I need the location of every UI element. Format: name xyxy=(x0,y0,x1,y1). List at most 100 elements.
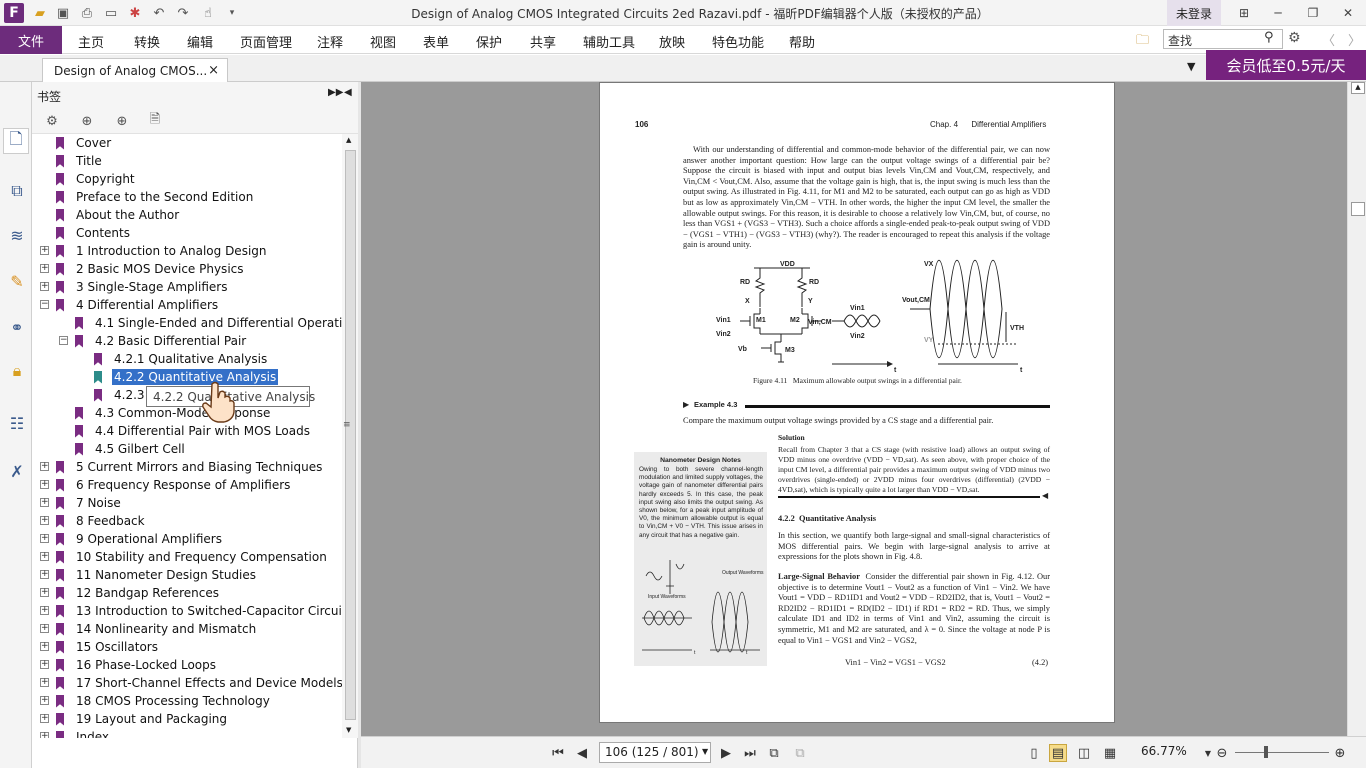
insert-page-icon[interactable]: ⧉ xyxy=(791,744,809,762)
undo-icon[interactable]: ↶ xyxy=(150,4,168,22)
bookmark-item[interactable]: 4.2.1 Qualitative Analysis xyxy=(94,350,269,368)
menu-help[interactable]: 帮助 xyxy=(789,32,815,51)
page-dropdown-icon[interactable]: ▼ xyxy=(702,747,708,756)
bookmark-item[interactable]: +18 CMOS Processing Technology xyxy=(40,692,272,710)
tab-list-dropdown-icon[interactable]: ▼ xyxy=(1187,60,1195,73)
last-page-button[interactable]: ⏭ xyxy=(741,744,759,762)
menu-accessibility-tools[interactable]: 辅助工具 xyxy=(583,32,635,51)
bookmark-item[interactable]: +12 Bandgap References xyxy=(40,584,221,602)
expand-bookmark-toggle[interactable]: + xyxy=(40,624,49,633)
expand-bookmark-toggle[interactable]: + xyxy=(40,498,49,507)
bookmark-item[interactable]: 4.4 Differential Pair with MOS Loads xyxy=(75,422,312,440)
document-view[interactable]: 106 Chap. 4 Differential Amplifiers With… xyxy=(361,82,1347,736)
bookmark-item[interactable]: Contents xyxy=(56,224,132,242)
bookmark-item[interactable]: +1 Introduction to Analog Design xyxy=(40,242,269,260)
bookmark-item[interactable]: +5 Current Mirrors and Biasing Technique… xyxy=(40,458,324,476)
zoom-in-button[interactable]: ⊕ xyxy=(1331,744,1349,762)
bookmark-item[interactable]: +17 Short-Channel Effects and Device Mod… xyxy=(40,674,342,692)
bookmark-scroll-thumb[interactable] xyxy=(345,150,356,720)
bookmark-item[interactable]: Cover xyxy=(56,134,113,152)
expand-bookmark-toggle[interactable]: + xyxy=(40,480,49,489)
bookmark-item[interactable]: +8 Feedback xyxy=(40,512,147,530)
vip-banner[interactable]: 会员低至0.5元/天 xyxy=(1206,50,1366,80)
menu-share[interactable]: 共享 xyxy=(530,32,556,51)
expand-bookmark-toggle[interactable]: + xyxy=(40,246,49,255)
doc-scroll-thumb[interactable] xyxy=(1351,202,1365,216)
expand-bookmark-toggle[interactable]: + xyxy=(40,570,49,579)
bookmark-options-icon[interactable]: 🗎 xyxy=(145,111,165,131)
customize-quickaccess-icon[interactable]: ▾ xyxy=(223,4,241,22)
zoom-slider-track[interactable] xyxy=(1235,752,1329,753)
bookmark-item[interactable]: +9 Operational Amplifiers xyxy=(40,530,224,548)
file-menu[interactable]: 文件 xyxy=(0,26,62,54)
scroll-up-arrow[interactable]: ▲ xyxy=(346,136,351,144)
menu-slideshow[interactable]: 放映 xyxy=(659,32,685,51)
thumbnails-icon[interactable]: ⧉ xyxy=(4,178,30,204)
bookmark-item[interactable]: +14 Nonlinearity and Mismatch xyxy=(40,620,258,638)
find-options-icon[interactable]: 🗀 xyxy=(1136,31,1149,53)
continuous-facing-view-icon[interactable]: ▦ xyxy=(1101,744,1119,762)
doc-scroll-up-arrow[interactable]: ▲ xyxy=(1351,82,1365,94)
close-tab-icon[interactable]: × xyxy=(208,63,219,78)
expand-panel-icon[interactable]: ▶▶ xyxy=(328,87,343,98)
bookmark-item[interactable]: 4.2.2 Quantitative Analysis xyxy=(94,368,280,386)
bookmark-item[interactable]: +3 Single-Stage Amplifiers xyxy=(40,278,229,296)
expand-bookmark-toggle[interactable]: + xyxy=(40,714,49,723)
extract-page-icon[interactable]: ⧉ xyxy=(765,744,783,762)
expand-bookmark-toggle[interactable]: + xyxy=(40,696,49,705)
forward-arrow-icon[interactable]: 〉 xyxy=(1348,30,1361,49)
bookmark-item[interactable]: +13 Introduction to Switched-Capacitor C… xyxy=(40,602,342,620)
expand-bookmark-toggle[interactable]: + xyxy=(40,660,49,669)
security-lock-icon[interactable]: 🔒︎ xyxy=(4,358,30,384)
next-page-button[interactable]: ▶ xyxy=(717,744,735,762)
attachments-icon[interactable]: ⚭ xyxy=(4,314,30,340)
bookmark-item[interactable]: +15 Oscillators xyxy=(40,638,160,656)
bookmark-item[interactable]: 4.5 Gilbert Cell xyxy=(75,440,187,458)
document-scrollbar[interactable]: ▲ xyxy=(1347,82,1366,736)
menu-form[interactable]: 表单 xyxy=(423,32,449,51)
menu-edit[interactable]: 编辑 xyxy=(187,32,213,51)
menu-convert[interactable]: 转换 xyxy=(134,32,160,51)
comments-icon[interactable]: ✎ xyxy=(4,268,30,294)
pdf-page[interactable]: 106 Chap. 4 Differential Amplifiers With… xyxy=(599,82,1115,723)
menu-comment[interactable]: 注释 xyxy=(317,32,343,51)
tools-icon[interactable]: ✗ xyxy=(4,458,30,484)
restore-button[interactable]: ❐ xyxy=(1303,3,1323,23)
expand-bookmark-toggle[interactable]: + xyxy=(40,678,49,687)
collapse-bookmark-toggle[interactable]: − xyxy=(40,300,49,309)
previous-page-button[interactable]: ◀ xyxy=(573,744,591,762)
new-icon[interactable]: ✱ xyxy=(126,4,144,22)
scroll-down-arrow[interactable]: ▼ xyxy=(346,726,351,734)
bookmark-item[interactable]: 4.2.3 xyxy=(94,386,147,404)
back-arrow-icon[interactable]: 〈 xyxy=(1322,30,1335,49)
bookmark-item[interactable]: Title xyxy=(56,152,104,170)
expand-bookmark-icon[interactable]: ⚙ xyxy=(42,111,62,131)
open-icon[interactable]: ▰ xyxy=(31,4,49,22)
document-tab[interactable]: Design of Analog CMOS... × xyxy=(42,58,228,83)
expand-bookmark-toggle[interactable]: + xyxy=(40,642,49,651)
menu-protect[interactable]: 保护 xyxy=(476,32,502,51)
save-icon[interactable]: ▣ xyxy=(54,4,72,22)
redo-icon[interactable]: ↷ xyxy=(174,4,192,22)
first-page-button[interactable]: ⏮ xyxy=(549,744,567,762)
bookmark-item[interactable]: Preface to the Second Edition xyxy=(56,188,255,206)
expand-bookmark-toggle[interactable]: + xyxy=(40,282,49,291)
continuous-view-icon[interactable]: ▤ xyxy=(1049,744,1067,762)
layout-grid-icon[interactable]: ⊞ xyxy=(1234,3,1254,23)
facing-view-icon[interactable]: ◫ xyxy=(1075,744,1093,762)
bookmark-item[interactable]: +11 Nanometer Design Studies xyxy=(40,566,258,584)
expand-bookmark-toggle[interactable]: + xyxy=(40,606,49,615)
minimize-button[interactable]: ─ xyxy=(1268,3,1288,23)
expand-bookmark-toggle[interactable]: + xyxy=(40,588,49,597)
bookmark-panel-icon[interactable]: 🗋 xyxy=(3,128,29,154)
layers-icon[interactable]: ≋ xyxy=(4,222,30,248)
expand-bookmark-toggle[interactable]: + xyxy=(40,732,49,738)
settings-gear-icon[interactable]: ⚙ xyxy=(1288,30,1301,46)
expand-bookmark-toggle[interactable]: + xyxy=(40,264,49,273)
expand-bookmark-toggle[interactable]: + xyxy=(40,552,49,561)
fields-icon[interactable]: ☷ xyxy=(4,410,30,436)
add-bookmark-icon[interactable]: ⊕ xyxy=(77,111,97,131)
screenshot-icon[interactable]: ▭ xyxy=(102,4,120,22)
collapse-bookmark-toggle[interactable]: − xyxy=(59,336,68,345)
bookmark-item[interactable]: + Index xyxy=(40,728,111,738)
